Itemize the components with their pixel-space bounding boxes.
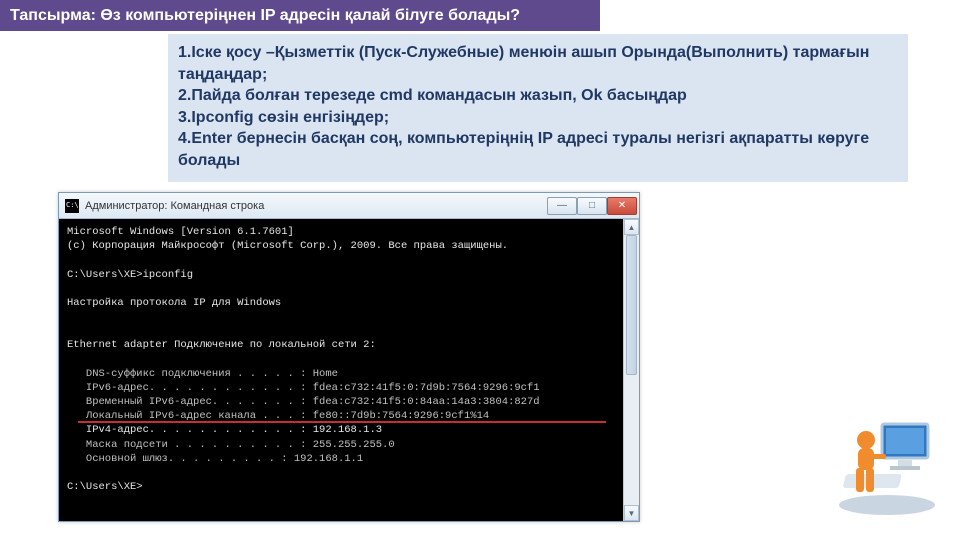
window-title: Администратор: Командная строка (85, 200, 264, 212)
instruction-line-2: 2.Пайда болған терезеде cmd командасын ж… (178, 85, 898, 107)
instruction-line-3: 3.Ipconfig сөзін енгізіңдер; (178, 107, 898, 129)
vertical-scrollbar[interactable]: ▲ ▼ (623, 219, 639, 521)
cmd-prompt-line: C:\Users\XE> (67, 481, 143, 493)
task-label: Тапсырма: Өз компьютеріңнен IP адресін қ… (10, 7, 520, 24)
close-icon: ✕ (618, 200, 626, 211)
instructions-panel: 1.Іске қосу –Қызметтік (Пуск-Служебные) … (168, 34, 908, 182)
task-header: Тапсырма: Өз компьютеріңнен IP адресін қ… (0, 0, 600, 31)
maximize-button[interactable]: □ (577, 197, 607, 215)
instruction-line-4: 4.Enter бернесін басқан соң, компьютерің… (178, 128, 898, 171)
cmd-line: DNS-суффикс подключения . . . . . : Home (67, 368, 338, 380)
chevron-up-icon: ▲ (628, 223, 636, 232)
cmd-line: Ethernet adapter Подключение по локально… (67, 339, 376, 351)
cmd-line: Microsoft Windows [Version 6.1.7601] (67, 226, 294, 238)
scrollbar-thumb[interactable] (626, 235, 637, 375)
cmd-line: Временный IPv6-адрес. . . . . . . : fdea… (67, 396, 540, 408)
computer-user-clipart (832, 410, 942, 520)
window-titlebar[interactable]: Администратор: Командная строка — □ ✕ (59, 193, 639, 219)
chevron-down-icon: ▼ (628, 509, 636, 518)
cmd-line: IPv6-адрес. . . . . . . . . . . . : fdea… (67, 382, 540, 394)
cmd-line: Настройка протокола IP для Windows (67, 297, 281, 309)
window-controls: — □ ✕ (547, 197, 639, 215)
scroll-down-button[interactable]: ▼ (624, 505, 639, 521)
cmd-line: Маска подсети . . . . . . . . . . : 255.… (67, 439, 395, 451)
titlebar-left: Администратор: Командная строка (59, 199, 264, 213)
minimize-button[interactable]: — (547, 197, 577, 215)
cmd-icon (65, 199, 79, 213)
scroll-up-button[interactable]: ▲ (624, 219, 639, 235)
maximize-icon: □ (589, 200, 595, 211)
command-prompt-window: Администратор: Командная строка — □ ✕ Mi… (58, 192, 640, 522)
instruction-line-1: 1.Іске қосу –Қызметтік (Пуск-Служебные) … (178, 42, 898, 85)
cmd-prompt-line: C:\Users\XE>ipconfig (67, 269, 193, 281)
cmd-ipv4-line: IPv4-адрес. . . . . . . . . . . . : 192.… (67, 424, 382, 436)
cmd-line: Основной шлюз. . . . . . . . . : 192.168… (67, 453, 363, 465)
ipv4-highlight-underline (78, 421, 606, 423)
command-output[interactable]: Microsoft Windows [Version 6.1.7601] (c)… (59, 219, 639, 521)
computer-clipart-icon (832, 410, 942, 520)
minimize-icon: — (557, 200, 567, 211)
close-button[interactable]: ✕ (607, 197, 637, 215)
cmd-line: (c) Корпорация Майкрософт (Microsoft Cor… (67, 240, 508, 252)
